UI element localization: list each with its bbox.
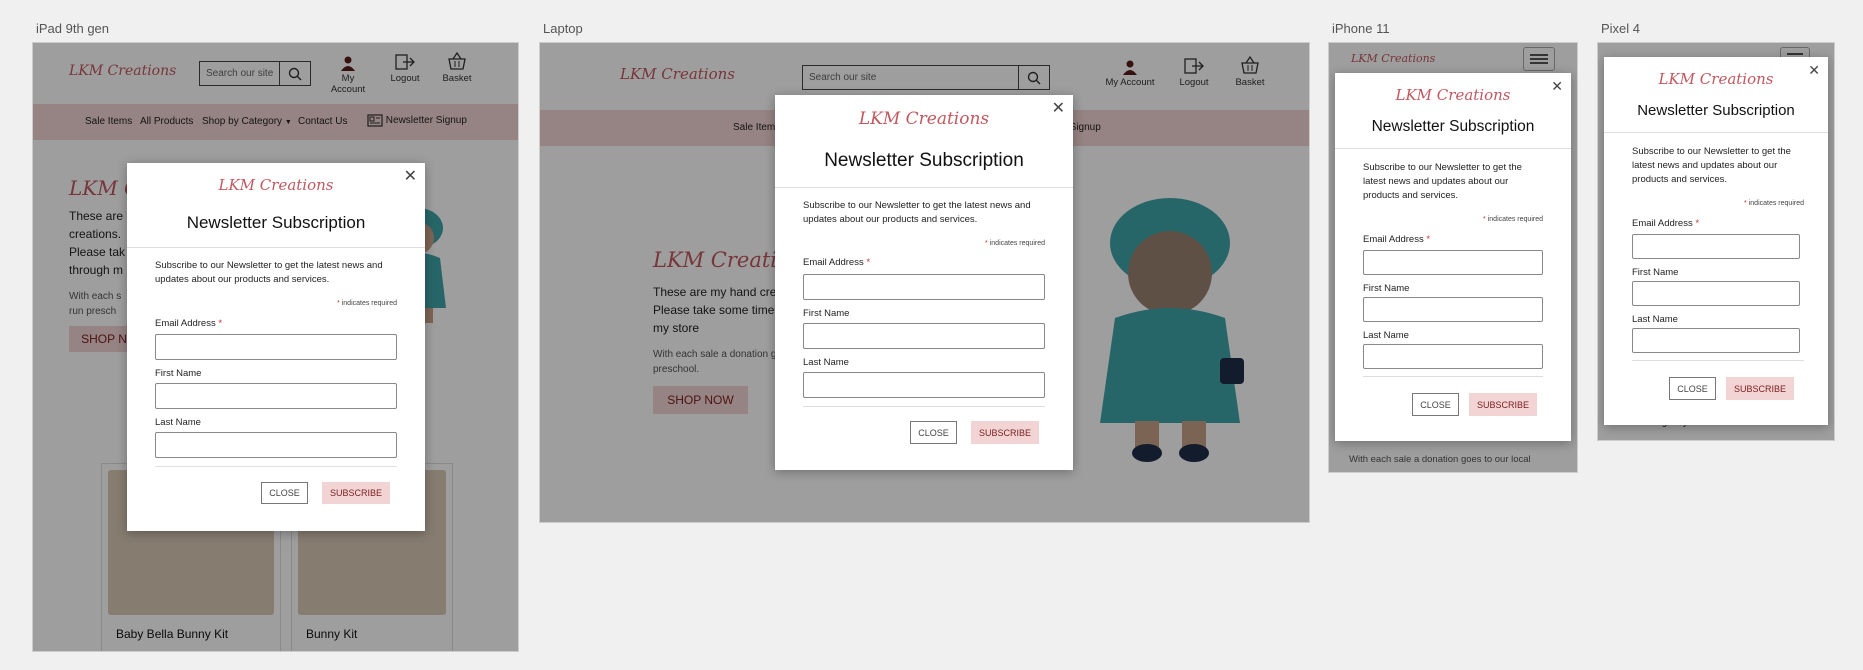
first-name-field[interactable]	[1363, 297, 1543, 322]
modal-divider	[1632, 360, 1804, 361]
device-label-iphone: iPhone 11	[1332, 21, 1390, 36]
modal-divider	[127, 247, 425, 248]
device-label-ipad: iPad 9th gen	[36, 21, 110, 36]
email-label-text: Email Address	[803, 257, 864, 268]
modal-divider	[1335, 148, 1571, 149]
modal-divider	[803, 406, 1045, 407]
ipad-frame: LKM Creations Search our site My Account…	[32, 42, 519, 652]
pixel-frame: look through my store ✕ LKM Creations Ne…	[1597, 42, 1835, 441]
first-name-label: First Name	[803, 308, 850, 319]
subscribe-button[interactable]: SUBSCRIBE	[1726, 377, 1794, 400]
subscribe-button[interactable]: SUBSCRIBE	[322, 482, 390, 504]
email-label: Email Address *	[803, 257, 870, 268]
modal-divider	[775, 187, 1073, 188]
required-asterisk: *	[1695, 218, 1700, 229]
modal-title: Newsletter Subscription	[824, 150, 1024, 171]
modal-intro: Subscribe to our Newsletter to get the l…	[155, 260, 383, 285]
last-name-label: Last Name	[1363, 330, 1409, 341]
device-label-laptop: Laptop	[543, 21, 583, 36]
required-note-text: indicates required	[341, 300, 397, 307]
email-field[interactable]	[1363, 250, 1543, 275]
last-name-field[interactable]	[1632, 328, 1800, 353]
subscribe-button[interactable]: SUBSCRIBE	[1469, 393, 1537, 416]
iphone-frame: LKM Creations With each sale a donation …	[1328, 42, 1578, 473]
email-label: Email Address *	[155, 318, 222, 329]
modal-intro: Subscribe to our Newsletter to get the l…	[1363, 162, 1522, 201]
newsletter-modal: ✕ LKM Creations Newsletter Subscription …	[1604, 57, 1828, 425]
newsletter-modal: ✕ LKM Creations Newsletter Subscription …	[127, 163, 425, 531]
required-note: * indicates required	[1483, 216, 1543, 223]
required-asterisk: *	[337, 300, 340, 307]
required-asterisk: *	[1483, 216, 1486, 223]
email-field[interactable]	[155, 334, 397, 360]
email-label-text: Email Address	[1632, 218, 1693, 229]
first-name-label: First Name	[1363, 283, 1410, 294]
newsletter-modal: ✕ LKM Creations Newsletter Subscription …	[1335, 73, 1571, 441]
modal-logo: LKM Creations	[218, 176, 334, 194]
required-asterisk: *	[1744, 200, 1747, 207]
email-label: Email Address *	[1632, 218, 1699, 229]
required-note-text: indicates required	[989, 240, 1045, 247]
close-button[interactable]: CLOSE	[261, 482, 308, 504]
last-name-label: Last Name	[803, 357, 849, 368]
last-name-field[interactable]	[803, 372, 1045, 398]
subscribe-button[interactable]: SUBSCRIBE	[971, 421, 1039, 444]
required-note-text: indicates required	[1748, 200, 1804, 207]
required-asterisk: *	[218, 318, 223, 329]
modal-intro: Subscribe to our Newsletter to get the l…	[803, 200, 1031, 225]
close-button[interactable]: CLOSE	[1412, 393, 1459, 416]
modal-logo: LKM Creations	[858, 109, 990, 129]
first-name-field[interactable]	[155, 383, 397, 409]
modal-divider	[1363, 376, 1543, 377]
required-asterisk: *	[985, 240, 988, 247]
required-asterisk: *	[1426, 234, 1431, 245]
email-label-text: Email Address	[155, 318, 216, 329]
modal-title: Newsletter Subscription	[1637, 102, 1795, 119]
first-name-field[interactable]	[1632, 281, 1800, 306]
last-name-field[interactable]	[155, 432, 397, 458]
required-note: * indicates required	[985, 240, 1045, 247]
required-note: * indicates required	[337, 300, 397, 307]
required-note: * indicates required	[1744, 200, 1804, 207]
laptop-frame: LKM Creations Search our site My Account…	[539, 42, 1310, 523]
last-name-label: Last Name	[155, 417, 201, 428]
email-field[interactable]	[803, 274, 1045, 300]
modal-divider	[1604, 132, 1828, 133]
email-label: Email Address *	[1363, 234, 1430, 245]
email-label-text: Email Address	[1363, 234, 1424, 245]
last-name-label: Last Name	[1632, 314, 1678, 325]
first-name-field[interactable]	[803, 323, 1045, 349]
modal-title: Newsletter Subscription	[186, 213, 366, 232]
modal-title: Newsletter Subscription	[1371, 118, 1535, 135]
first-name-label: First Name	[155, 368, 202, 379]
last-name-field[interactable]	[1363, 344, 1543, 369]
email-field[interactable]	[1632, 234, 1800, 259]
required-asterisk: *	[866, 257, 871, 268]
modal-logo: LKM Creations	[1395, 86, 1511, 104]
newsletter-modal: ✕ LKM Creations Newsletter Subscription …	[775, 95, 1073, 470]
close-button[interactable]: CLOSE	[910, 421, 957, 444]
modal-intro: Subscribe to our Newsletter to get the l…	[1632, 146, 1791, 185]
required-note-text: indicates required	[1487, 216, 1543, 223]
first-name-label: First Name	[1632, 267, 1679, 278]
modal-divider	[155, 466, 397, 467]
close-button[interactable]: CLOSE	[1669, 377, 1716, 400]
modal-logo: LKM Creations	[1658, 70, 1774, 88]
device-label-pixel: Pixel 4	[1601, 21, 1641, 36]
